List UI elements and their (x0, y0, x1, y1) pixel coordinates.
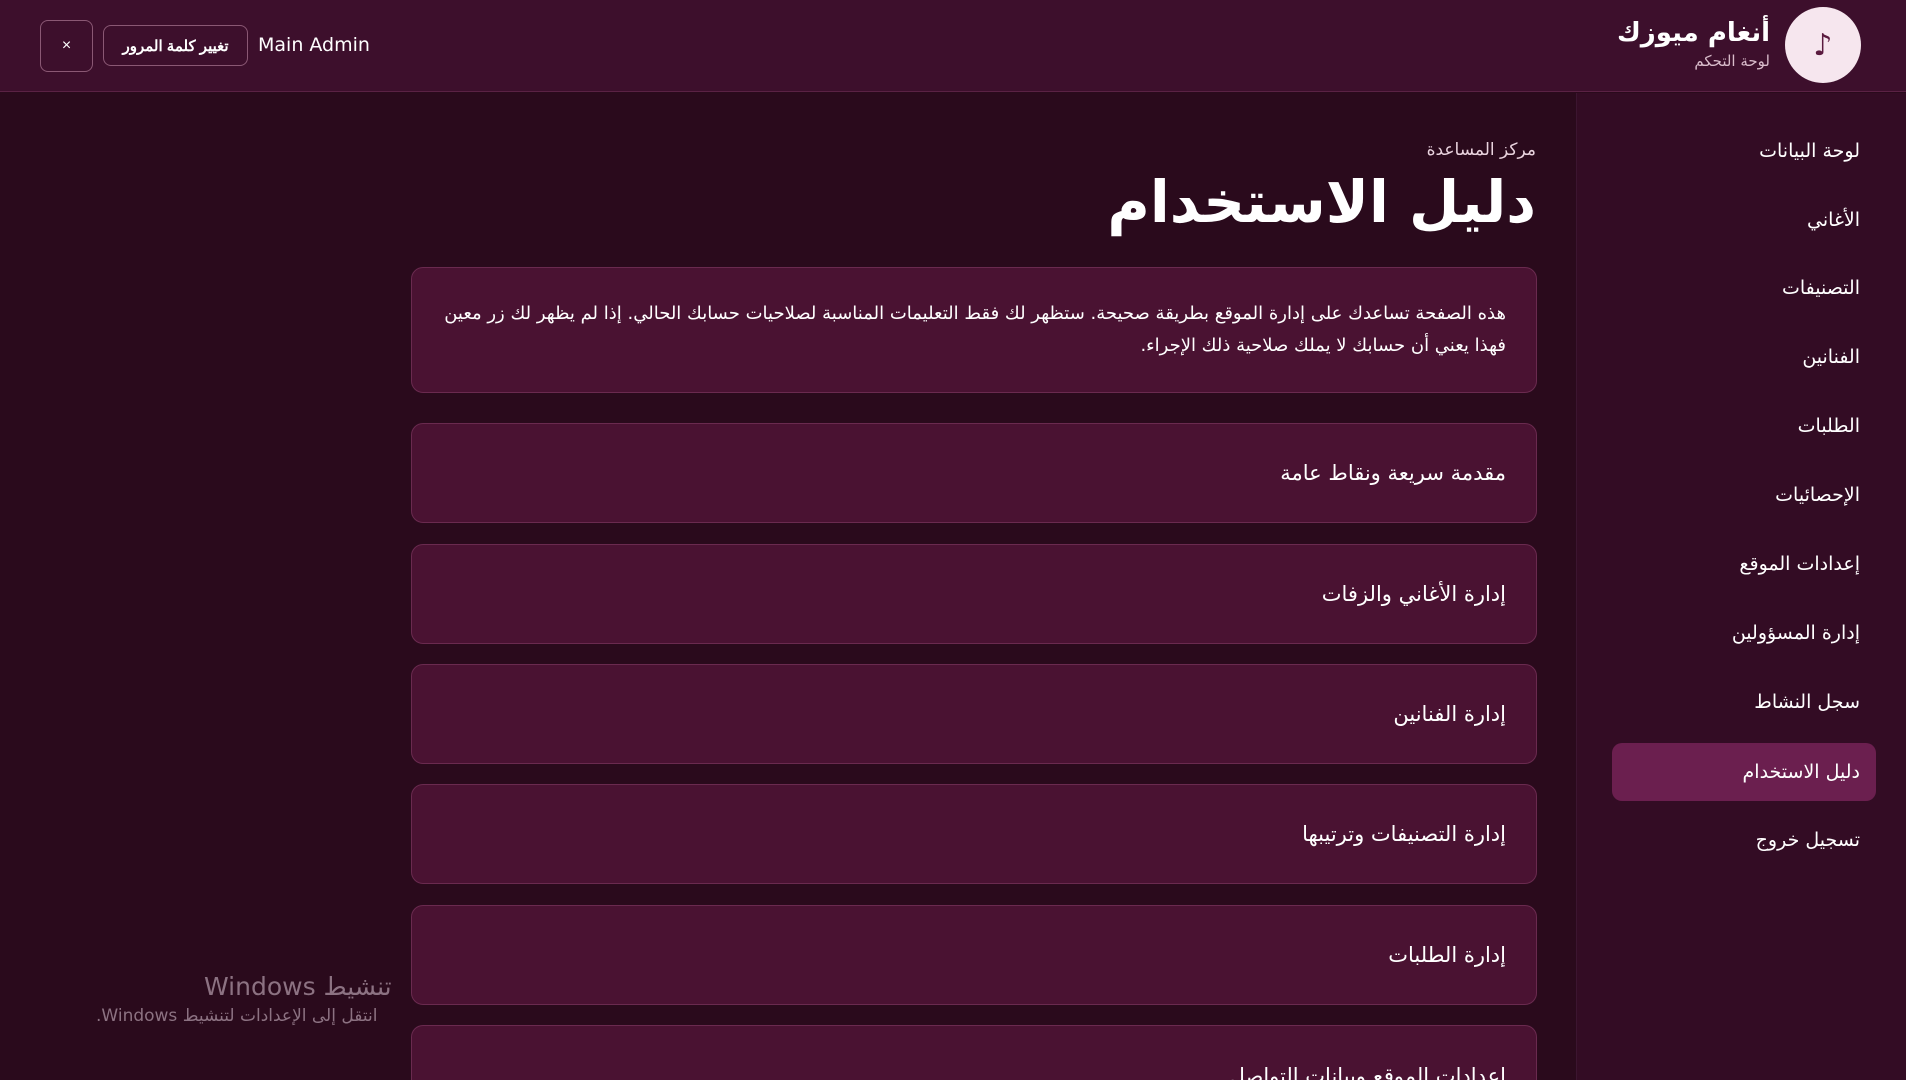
guide-section-intro[interactable]: مقدمة سريعة ونقاط عامة (411, 423, 1537, 523)
top-bar: ♪ أنغام ميوزك لوحة التحكم × تغيير كلمة ا… (0, 0, 1906, 92)
guide-section-site-settings[interactable]: إعدادات الموقع وبيانات التواصل (411, 1025, 1537, 1080)
logo-glyph: ♪ (1813, 27, 1833, 63)
close-button[interactable]: × (40, 20, 93, 72)
breadcrumb: مركز المساعدة (1426, 140, 1536, 160)
sidebar-item-categories[interactable]: التصنيفات (1612, 259, 1876, 317)
windows-activation-title: تنشيط Windows (204, 972, 392, 1001)
brand-subtitle: لوحة التحكم (1694, 52, 1770, 70)
sidebar: لوحة البيانات الأغاني التصنيفات الفنانين… (1576, 93, 1906, 1080)
guide-section-artists[interactable]: إدارة الفنانين (411, 664, 1537, 764)
sidebar-item-activity-log[interactable]: سجل النشاط (1612, 673, 1876, 731)
sidebar-item-requests[interactable]: الطلبات (1612, 397, 1876, 455)
music-note-icon[interactable]: ♪ (1785, 7, 1861, 83)
windows-activation-subtitle: انتقل إلى الإعدادات لتنشيط Windows. (96, 1006, 378, 1026)
sidebar-item-dashboard[interactable]: لوحة البيانات (1612, 122, 1876, 180)
brand-name: أنغام ميوزك (1616, 18, 1770, 48)
guide-section-categories[interactable]: إدارة التصنيفات وترتيبها (411, 784, 1537, 884)
sidebar-item-admins[interactable]: إدارة المسؤولين (1612, 604, 1876, 662)
intro-card: هذه الصفحة تساعدك على إدارة الموقع بطريق… (411, 267, 1537, 393)
sidebar-item-statistics[interactable]: الإحصائيات (1612, 466, 1876, 524)
page-title: دليل الاستخدام (1107, 168, 1536, 236)
change-password-button[interactable]: تغيير كلمة المرور (103, 25, 248, 66)
sidebar-item-site-settings[interactable]: إعدادات الموقع (1612, 535, 1876, 593)
sidebar-item-songs[interactable]: الأغاني (1612, 191, 1876, 249)
guide-section-requests[interactable]: إدارة الطلبات (411, 905, 1537, 1005)
sidebar-item-logout[interactable]: تسجيل خروج (1612, 811, 1876, 869)
guide-section-site-settings-label: إعدادات الموقع وبيانات التواصل (1229, 1064, 1506, 1080)
sidebar-item-user-guide[interactable]: دليل الاستخدام (1612, 743, 1876, 801)
admin-name: Main Admin (258, 34, 370, 56)
guide-section-songs[interactable]: إدارة الأغاني والزفات (411, 544, 1537, 644)
sidebar-item-artists[interactable]: الفنانين (1612, 328, 1876, 386)
